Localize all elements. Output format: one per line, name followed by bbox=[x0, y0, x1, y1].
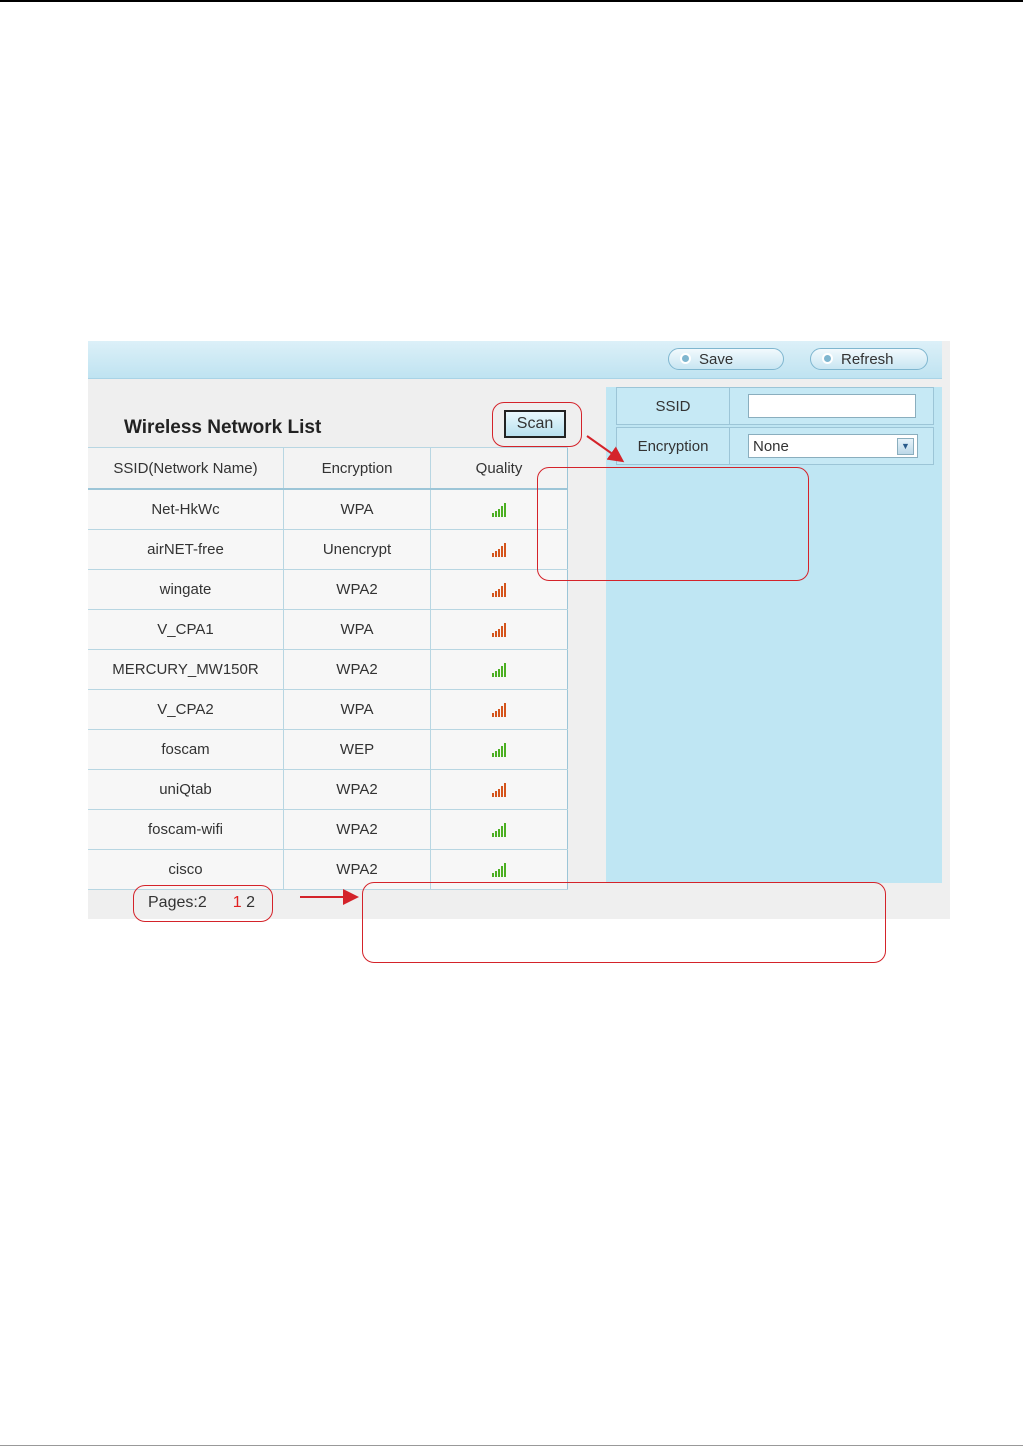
arrow-to-scan-callout bbox=[586, 435, 625, 463]
page-bottom-rule bbox=[0, 1445, 1023, 1446]
callout-arrows bbox=[300, 435, 625, 905]
